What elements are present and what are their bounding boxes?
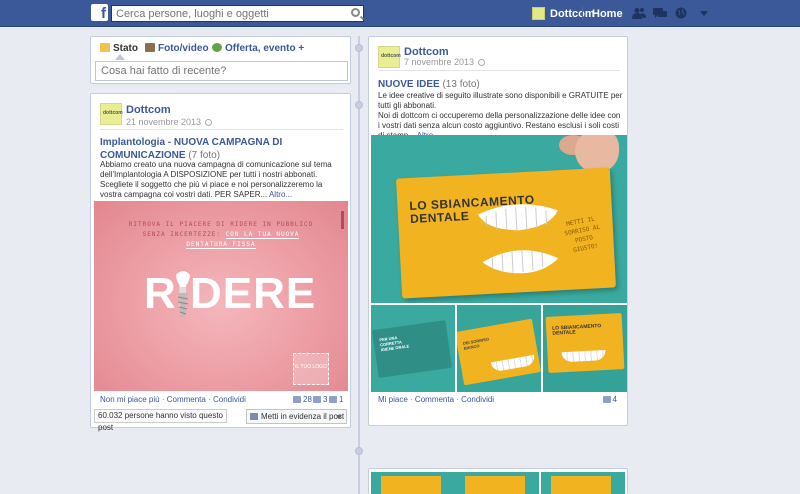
page-name-link[interactable]: Dottcom [550,8,595,20]
postcard-thumb [551,476,611,494]
public-globe-icon [478,59,486,66]
photo-thumbnail[interactable]: LO SBIANCAMENTO DENTALE [543,305,627,392]
avatar-logo-icon: dottcom [381,53,401,59]
post-actions: Mi piace · Commenta · Condividi [378,395,495,404]
timeline-dot [355,44,363,52]
image-headline-line: SENZA INCERTEZZE: CON LA TUA NUOVA [142,231,300,239]
post-image-sbiancamento[interactable]: LO SBIANCAMENTO DENTALE METTI IL SORRISO… [371,135,627,303]
tab-photo-video[interactable]: Foto/video [145,43,209,54]
photo-thumbnails: PER UNA CORRETTA IGIENE ORALE DEI SORRIS… [371,305,627,392]
postcard-thumb: PER UNA CORRETTA IGIENE ORALE [372,320,452,378]
messages-icon[interactable] [653,7,667,19]
status-icon [100,43,110,52]
active-tab-pointer [115,54,125,60]
boost-post-button[interactable]: Metti in evidenza il post [246,409,347,424]
more-link[interactable]: Altro... [269,190,292,199]
comment-count[interactable]: 3 [313,395,327,404]
comment-link[interactable]: Commenta [167,395,206,404]
home-link[interactable]: Home [592,8,623,20]
chevron-down-icon [336,415,342,419]
image-word-ridere: RIDERE [144,269,317,318]
tab-offer-event[interactable]: Offerta, evento + [212,43,304,54]
postcard-thumb [465,476,525,494]
comment-link[interactable]: Commenta [415,395,454,404]
dental-implant-icon [176,271,190,317]
image-headline-line: RITROVA IL PIACERE DI RIDERE IN PUBBLICO [128,221,314,228]
smile-teeth-icon [477,204,559,274]
post-image-ridere[interactable]: RITROVA IL PIACERE DI RIDERE IN PUBBLICO… [94,201,348,391]
facebook-logo-icon[interactable]: f [91,4,108,21]
avatar-logo-icon: dottcom [103,110,123,116]
your-logo-placeholder: IL TUO LOGO [293,353,329,385]
post-nuove-idee: dottcom Dottcom 7 novembre 2013 NUOVE ID… [368,36,628,426]
post-actions: Non mi piace più · Commenta · Condividi [100,395,246,404]
post-title[interactable]: NUOVE IDEE (13 foto) [378,78,480,91]
share-icon [329,396,337,403]
avatar[interactable]: dottcom [378,46,401,68]
post-implantologia: dottcom Dottcom 21 novembre 2013 Implant… [90,93,351,432]
friend-requests-icon[interactable] [632,7,646,19]
like-link[interactable]: Mi piace [378,395,408,404]
post-title[interactable]: Implantologia - NUOVA CAMPAGNA DI COMUNI… [100,136,345,162]
photo-thumbnail[interactable]: DEI SORRISO BIANCO [457,305,541,392]
post-body: Abbiamo creato una nuova campagna di com… [100,160,332,199]
search-box[interactable] [111,5,364,22]
photo-thumbnail[interactable] [371,472,455,494]
page-avatar[interactable] [532,7,545,20]
postcard-thumb [381,476,441,494]
status-input[interactable] [95,61,348,81]
share-link[interactable]: Condividi [213,395,246,404]
photo-thumbnail[interactable] [455,472,539,494]
topbar-divider [582,7,583,20]
tab-status[interactable]: Stato [100,43,138,54]
account-menu-chevron-down-icon[interactable] [700,11,708,16]
search-icon[interactable] [351,8,360,17]
postcard-thumb: LO SBIANCAMENTO DENTALE [545,313,625,373]
offer-icon [212,43,222,52]
divider [100,129,343,130]
like-count[interactable]: 28 [293,395,312,404]
next-post-preview [368,468,628,494]
teeth-icon [561,349,606,363]
share-count[interactable]: 1 [329,395,343,404]
postcard-tagline: METTI IL SORRISO AL POSTO GIUSTO! [563,215,601,255]
photo-thumbnail[interactable] [541,472,625,494]
post-reach-info[interactable]: 60.032 persone hanno visto questo post [94,409,227,432]
top-navigation-bar: f Dottcom Home [0,0,800,27]
postcard-yellow: LO SBIANCAMENTO DENTALE METTI IL SORRISO… [396,167,616,299]
search-input[interactable] [112,6,342,21]
photo-icon [145,43,155,52]
unlike-link[interactable]: Non mi piace più [100,395,160,404]
share-link[interactable]: Condividi [461,395,494,404]
comment-icon [313,396,321,403]
photo-thumbnail[interactable]: PER UNA CORRETTA IGIENE ORALE [371,305,455,392]
thumbs-up-icon [293,396,301,403]
teeth-icon [490,354,536,373]
postcard-thumb: DEI SORRISO BIANCO [457,318,541,386]
divider [378,70,620,71]
timeline-dot [355,101,363,109]
flag-icon [250,413,258,420]
public-globe-icon [205,119,213,126]
status-composer: Stato Foto/video Offerta, evento + [90,36,351,84]
post-date[interactable]: 7 novembre 2013 [404,57,486,67]
notifications-globe-icon[interactable] [674,7,688,19]
post-author[interactable]: Dottcom [126,104,171,116]
timeline-dot [355,447,363,455]
post-date[interactable]: 21 novembre 2013 [126,117,213,127]
image-headline-line: DENTATURA FISSA [186,241,256,249]
thumbs-up-icon [602,396,611,403]
post-body: Le idee creative di seguito illustrate s… [378,91,623,141]
like-count[interactable]: 4 [602,395,617,404]
avatar[interactable]: dottcom [100,103,123,125]
